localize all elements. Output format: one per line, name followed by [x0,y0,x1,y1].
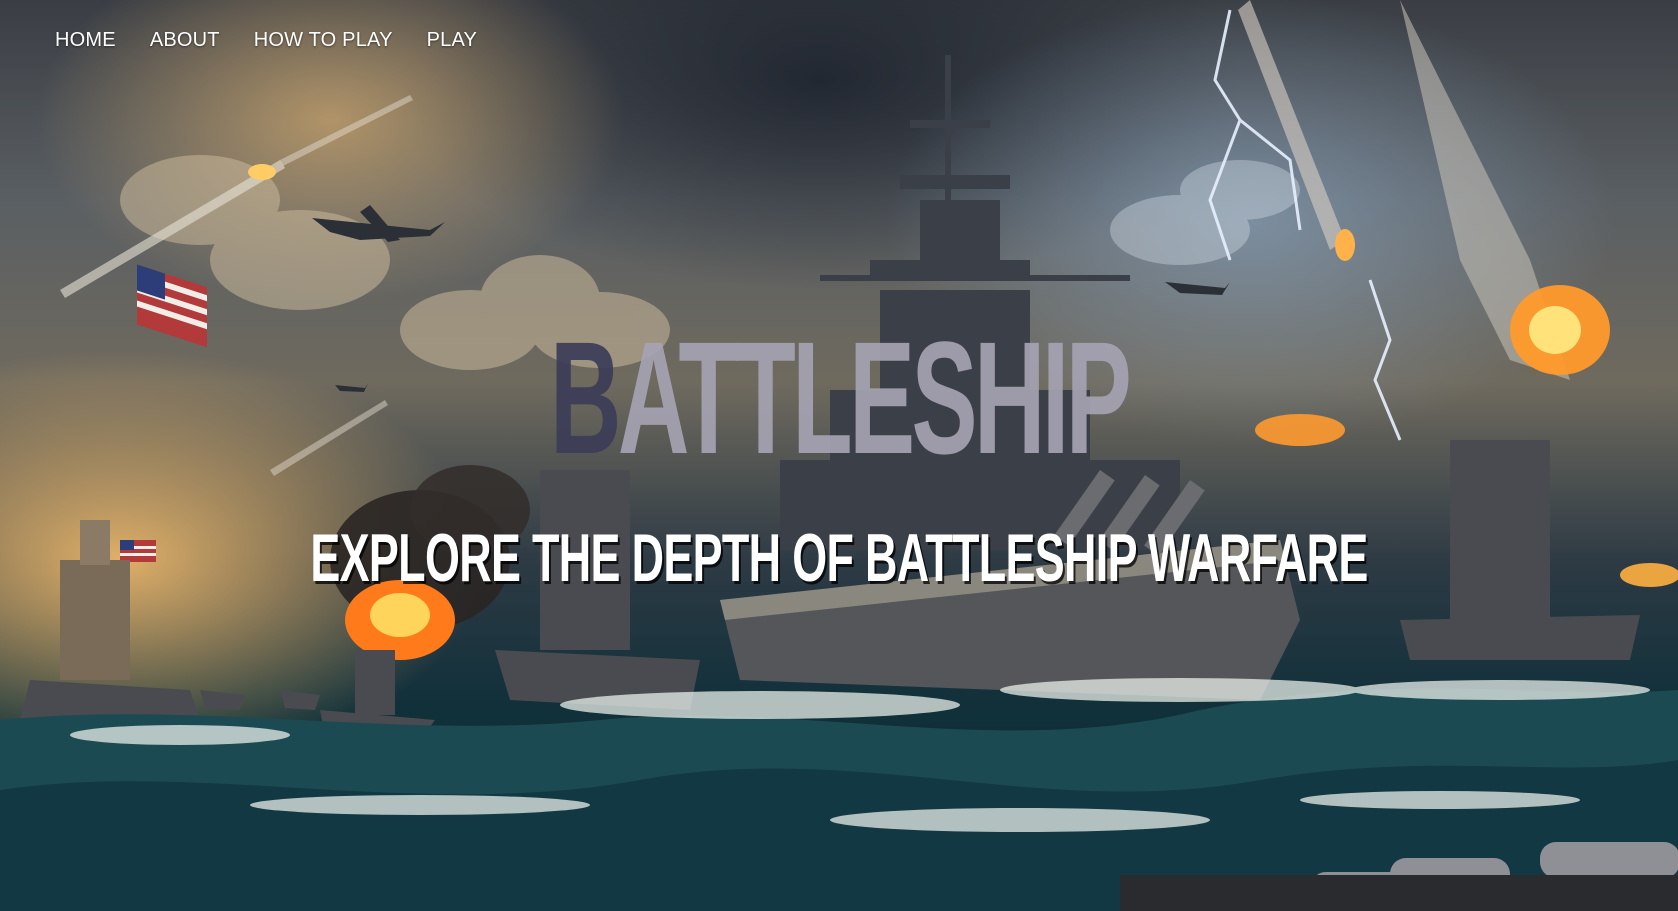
hero-title-rest: ATTLESHIP [617,308,1132,487]
hero-section: HOME ABOUT HOW TO PLAY PLAY BATTLESHIP E… [0,0,1678,911]
hero-title: BATTLESHIP [319,318,1359,478]
nav-about-link[interactable]: ABOUT [150,26,220,54]
nav-home-link[interactable]: HOME [55,26,116,54]
nav-play-link[interactable]: PLAY [427,26,477,54]
main-nav: HOME ABOUT HOW TO PLAY PLAY [55,26,511,54]
hero-title-first-letter: B [549,308,622,487]
hero-subtitle: EXPLORE THE DEPTH OF BATTLESHIP WARFARE [310,520,1368,596]
nav-how-to-play-link[interactable]: HOW TO PLAY [254,26,393,54]
